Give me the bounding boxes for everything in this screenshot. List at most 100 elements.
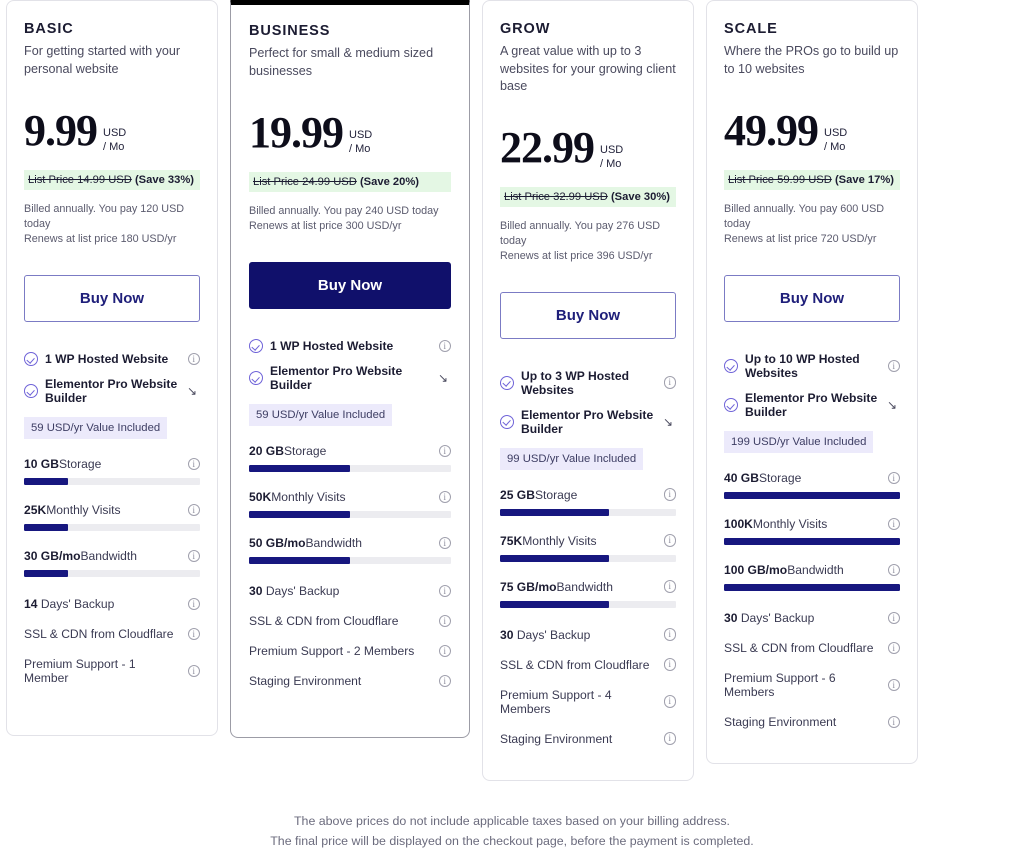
- plan-tagline: Perfect for small & medium sized busines…: [249, 45, 451, 81]
- info-icon[interactable]: i: [664, 695, 677, 708]
- price-period: / Mo: [103, 140, 126, 154]
- info-icon[interactable]: i: [439, 645, 452, 658]
- price-period: / Mo: [600, 157, 623, 171]
- meter-block: 75 GB/mo Bandwidthi: [500, 580, 676, 608]
- feature-row: 30 Days' Backup i: [249, 584, 451, 598]
- meter-fill: [500, 601, 609, 608]
- features-list: 1 WP Hosted Website i Elementor Pro Websit…: [24, 352, 200, 701]
- buy-now-button[interactable]: Buy Now: [24, 275, 200, 322]
- meter-label: 10 GB Storagei: [24, 457, 200, 471]
- meter-fill: [24, 478, 68, 485]
- websites-label: Up to 10 WP Hosted Websites: [745, 352, 860, 380]
- check-icon: [24, 352, 38, 366]
- price-row: 22.99USD/ Mo: [500, 126, 676, 180]
- meter-track: [500, 601, 676, 608]
- info-icon[interactable]: i: [888, 518, 901, 531]
- price-amount: 19.99: [249, 111, 343, 155]
- expand-arrow-icon[interactable]: ↘: [187, 385, 200, 397]
- feature-label: 30 Days' Backup: [249, 584, 433, 598]
- info-icon[interactable]: i: [188, 628, 201, 641]
- info-icon[interactable]: i: [188, 598, 201, 611]
- feature-label-text: Staging Environment: [500, 732, 612, 746]
- feature-label: 1 WP Hosted Website: [45, 352, 182, 366]
- info-icon[interactable]: i: [664, 658, 677, 671]
- feature-value: 30: [249, 584, 262, 598]
- info-icon[interactable]: i: [664, 628, 677, 641]
- price-row: 49.99USD/ Mo: [724, 109, 900, 163]
- buy-now-button[interactable]: Buy Now: [724, 275, 900, 322]
- info-icon[interactable]: i: [439, 615, 452, 628]
- buy-now-button[interactable]: Buy Now: [249, 262, 451, 309]
- feature-label: 30 Days' Backup: [500, 628, 658, 642]
- feature-label: Staging Environment: [724, 715, 882, 729]
- builder-label: Elementor Pro Website Builder: [270, 364, 402, 392]
- meter-track: [724, 538, 900, 545]
- info-icon[interactable]: i: [888, 612, 901, 625]
- websites-label: Up to 3 WP Hosted Websites: [521, 369, 629, 397]
- info-icon[interactable]: i: [439, 537, 452, 550]
- price-currency: USD: [103, 126, 126, 140]
- builder-label: Elementor Pro Website Builder: [521, 408, 653, 436]
- meter-track: [724, 492, 900, 499]
- meter-block: 50K Monthly Visitsi: [249, 490, 451, 518]
- check-icon: [724, 398, 738, 412]
- feature-label: 14 Days' Backup: [24, 597, 182, 611]
- simple-feature-rows: 30 Days' BackupiSSL & CDN from Cloudflar…: [249, 584, 451, 704]
- info-icon[interactable]: i: [188, 458, 201, 471]
- meter-fill: [24, 524, 68, 531]
- info-icon[interactable]: i: [188, 353, 201, 366]
- info-icon[interactable]: i: [888, 360, 901, 373]
- buy-now-button[interactable]: Buy Now: [500, 292, 676, 339]
- meter-value: 30 GB/mo: [24, 549, 80, 563]
- check-icon: [500, 415, 514, 429]
- meter-name: Storage: [284, 444, 433, 458]
- feature-label-text: SSL & CDN from Cloudflare: [724, 641, 873, 655]
- info-icon[interactable]: i: [439, 585, 452, 598]
- feature-row-websites: Up to 10 WP Hosted Websites i: [724, 352, 900, 380]
- info-icon[interactable]: i: [439, 491, 452, 504]
- info-icon[interactable]: i: [888, 564, 901, 577]
- feature-label: Elementor Pro Website Builder: [45, 377, 181, 405]
- info-icon[interactable]: i: [664, 376, 677, 389]
- billing-note: Billed annually. You pay 120 USD todayRe…: [24, 202, 200, 247]
- builder-label: Elementor Pro Website Builder: [745, 391, 877, 419]
- list-price-strikethrough: List Price 14.99 USD: [28, 174, 132, 186]
- expand-arrow-icon[interactable]: ↘: [663, 416, 676, 428]
- feature-label-text: Staging Environment: [724, 715, 836, 729]
- savings-percent: (Save 17%): [835, 174, 894, 186]
- meter-label: 50K Monthly Visitsi: [249, 490, 451, 504]
- feature-label: 30 Days' Backup: [724, 611, 882, 625]
- meter-name: Bandwidth: [305, 536, 432, 550]
- meter-track: [24, 478, 200, 485]
- info-icon[interactable]: i: [664, 488, 677, 501]
- meter-value: 20 GB: [249, 444, 284, 458]
- info-icon[interactable]: i: [188, 504, 201, 517]
- feature-row: SSL & CDN from Cloudflarei: [24, 627, 200, 641]
- billing-note-line-1: Billed annually. You pay 276 USD today: [500, 219, 676, 249]
- meter-track: [249, 511, 451, 518]
- meter-track: [249, 465, 451, 472]
- value-included-badge: 199 USD/yr Value Included: [724, 431, 873, 453]
- feature-row-builder: Elementor Pro Website Builder ↘: [724, 391, 900, 419]
- billing-note-line-1: Billed annually. You pay 120 USD today: [24, 202, 200, 232]
- meter-value: 40 GB: [724, 471, 759, 485]
- info-icon[interactable]: i: [888, 642, 901, 655]
- info-icon[interactable]: i: [888, 472, 901, 485]
- meter-block: 75K Monthly Visitsi: [500, 534, 676, 562]
- info-icon[interactable]: i: [888, 679, 901, 692]
- info-icon[interactable]: i: [664, 732, 677, 745]
- info-icon[interactable]: i: [888, 716, 901, 729]
- meter-name: Bandwidth: [787, 563, 881, 577]
- info-icon[interactable]: i: [188, 665, 201, 678]
- billing-note: Billed annually. You pay 240 USD todayRe…: [249, 204, 451, 234]
- info-icon[interactable]: i: [664, 534, 677, 547]
- expand-arrow-icon[interactable]: ↘: [438, 372, 451, 384]
- meter-name: Monthly Visits: [271, 490, 432, 504]
- info-icon[interactable]: i: [439, 340, 452, 353]
- info-icon[interactable]: i: [439, 675, 452, 688]
- expand-arrow-icon[interactable]: ↘: [887, 399, 900, 411]
- info-icon[interactable]: i: [439, 445, 452, 458]
- info-icon[interactable]: i: [664, 580, 677, 593]
- info-icon[interactable]: i: [188, 550, 201, 563]
- tax-disclaimer-line-1: The above prices do not include applicab…: [0, 811, 1024, 831]
